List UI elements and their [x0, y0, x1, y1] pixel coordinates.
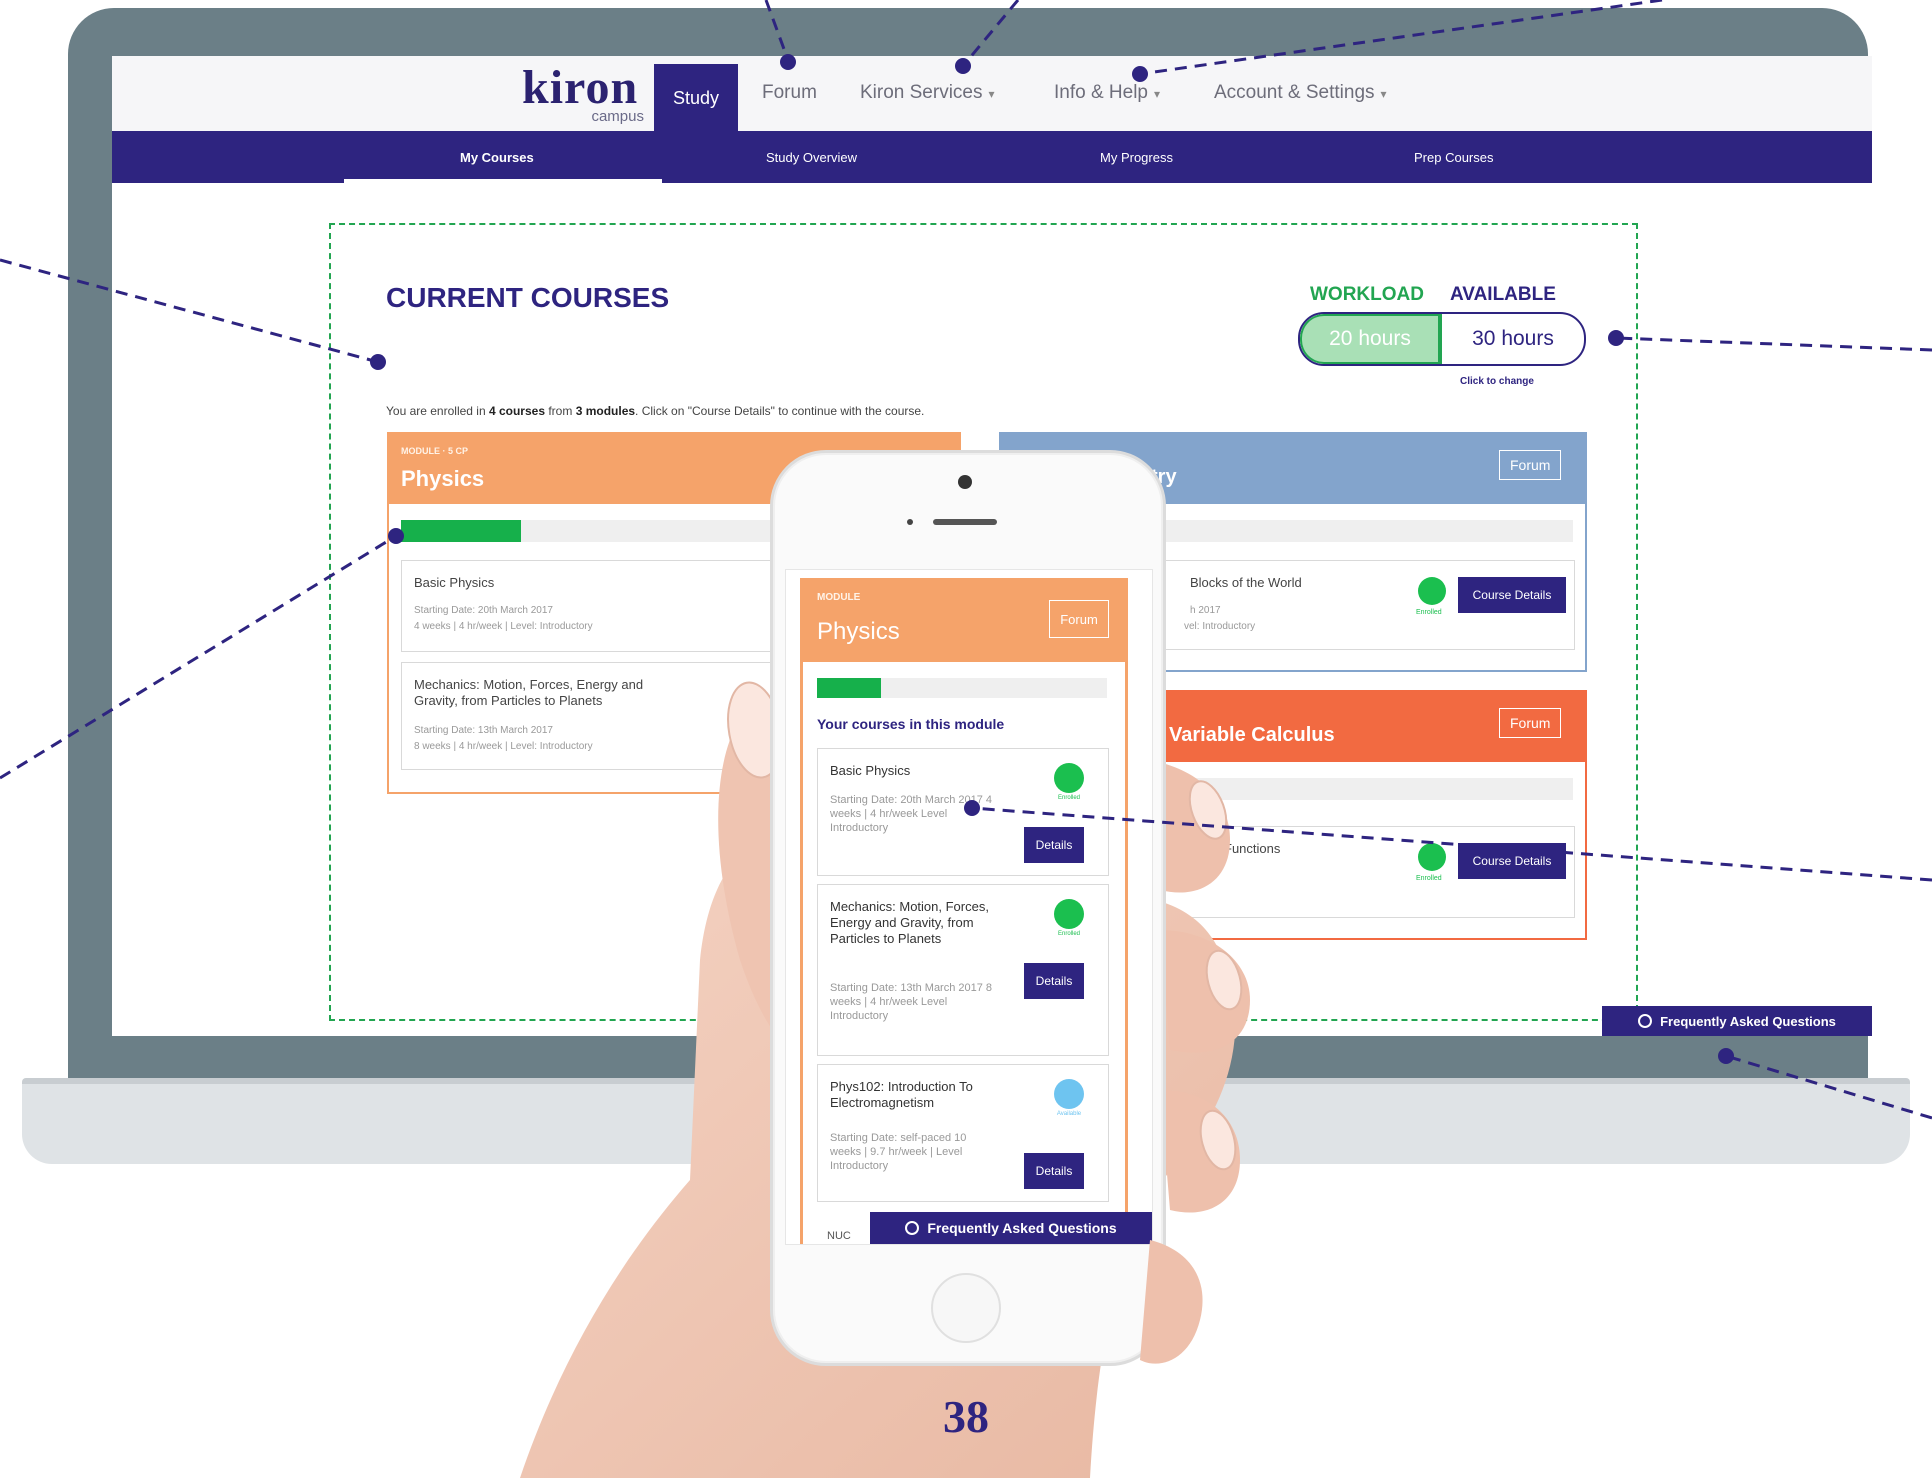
chat-icon — [1638, 1014, 1653, 1028]
module-progress-bar — [817, 678, 1107, 698]
subnav-prep-courses[interactable]: Prep Courses — [1414, 150, 1493, 165]
nav-info-help[interactable]: Info & Help ▾ — [1054, 82, 1160, 104]
course-title: Basic Physics — [414, 575, 495, 590]
available-status-icon — [1054, 1079, 1084, 1109]
course-details-button[interactable]: Course Details — [1458, 843, 1566, 879]
sub-navigation — [112, 131, 1872, 183]
chevron-down-icon: ▾ — [1154, 87, 1161, 101]
logo-subtext: campus — [591, 108, 644, 125]
course-row[interactable]: Phys102: Introduction To Electromagnetis… — [817, 1064, 1109, 1202]
page-title: CURRENT COURSES — [386, 282, 670, 313]
details-button[interactable]: Details — [1024, 963, 1084, 999]
status-label: Enrolled — [1416, 875, 1442, 882]
forum-button[interactable]: Forum — [1499, 708, 1562, 738]
chevron-down-icon: ▾ — [1380, 87, 1387, 101]
workload-label: WORKLOAD — [1310, 284, 1424, 305]
course-meta: Starting Date: self-paced 10 weeks | 9.7… — [830, 1132, 967, 1172]
details-button[interactable]: Details — [1024, 827, 1084, 863]
course-row[interactable]: Basic Physics Starting Date: 20th March … — [817, 748, 1109, 876]
enrollment-summary: You are enrolled in 4 courses from 3 mod… — [386, 404, 924, 418]
course-meta: 8 weeks | 4 hr/week | Level: Introductor… — [414, 741, 593, 752]
enroll-modules-count: 3 modules — [575, 404, 636, 418]
course-meta: Starting Date: 20th March 2017 4 weeks |… — [830, 794, 993, 834]
enroll-text: You are enrolled in — [386, 404, 489, 418]
subnav-my-progress[interactable]: My Progress — [1100, 150, 1173, 165]
camera-icon — [958, 475, 972, 489]
next-course-fragment: NUC — [827, 1230, 851, 1242]
enrolled-status-icon — [1418, 843, 1446, 871]
nav-kiron-services-label: Kiron Services — [860, 82, 983, 103]
nav-info-help-label: Info & Help — [1054, 82, 1148, 103]
mobile-faq-button[interactable]: Frequently Asked Questions — [870, 1212, 1152, 1244]
sensor-icon — [907, 519, 913, 525]
speaker-icon — [933, 519, 997, 525]
faq-label: Frequently Asked Questions — [927, 1220, 1117, 1236]
nav-kiron-services[interactable]: Kiron Services ▾ — [860, 82, 995, 104]
nav-account-settings-label: Account & Settings — [1214, 82, 1375, 103]
enrolled-status-icon — [1054, 763, 1084, 793]
course-title: Basic Physics — [830, 763, 911, 778]
mobile-module-card-physics: MODULE Physics Forum Your courses in thi… — [800, 578, 1128, 1244]
smartphone: MODULE Physics Forum Your courses in thi… — [770, 450, 1166, 1366]
module-tag: MODULE · 5 CP — [401, 446, 469, 456]
module-progress-fill — [817, 678, 881, 698]
enroll-text: . Click on "Course Details" to continue … — [635, 404, 925, 418]
faq-button[interactable]: Frequently Asked Questions — [1602, 1006, 1872, 1036]
click-to-change-hint: Click to change — [1460, 376, 1534, 387]
course-start-date: h 2017 — [1190, 605, 1221, 616]
forum-button[interactable]: Forum — [1049, 600, 1109, 638]
status-label: Available — [1056, 1111, 1082, 1117]
enroll-text: from — [545, 404, 576, 418]
page-number: 38 — [943, 1391, 989, 1442]
status-label: Enrolled — [1057, 795, 1080, 801]
active-tab-indicator — [344, 179, 662, 183]
faq-label: Frequently Asked Questions — [1660, 1013, 1836, 1029]
module-title: Variable Calculus — [1169, 724, 1335, 746]
mobile-screen: MODULE Physics Forum Your courses in thi… — [785, 569, 1153, 1245]
course-meta: vel: Introductory — [1184, 621, 1256, 632]
course-meta: 4 weeks | 4 hr/week | Level: Introductor… — [414, 621, 593, 632]
nav-forum[interactable]: Forum — [762, 82, 817, 104]
enrolled-status-icon — [1418, 577, 1446, 605]
chevron-down-icon: ▾ — [988, 87, 995, 101]
nav-forum-label: Forum — [762, 82, 817, 103]
kiron-logo[interactable]: kiron campus — [522, 62, 652, 126]
logo-text: kiron — [522, 61, 639, 114]
workload-toggle[interactable]: 20 hours 30 hours — [1298, 312, 1586, 366]
mobile-module-header: MODULE Physics Forum — [803, 578, 1125, 662]
status-label: Enrolled — [1057, 931, 1080, 937]
forum-button[interactable]: Forum — [1499, 450, 1562, 480]
nav-account-settings[interactable]: Account & Settings ▾ — [1214, 82, 1387, 104]
home-button[interactable] — [931, 1273, 1001, 1343]
available-label: AVAILABLE — [1450, 284, 1556, 305]
status-label: Enrolled — [1416, 609, 1442, 616]
tab-study[interactable]: Study — [654, 64, 738, 132]
module-tag: MODULE — [817, 592, 861, 603]
section-heading: Your courses in this module — [817, 716, 1005, 732]
enroll-courses-count: 4 courses — [488, 404, 546, 418]
available-value[interactable]: 30 hours — [1442, 314, 1584, 364]
course-meta: Starting Date: 13th March 2017 8 weeks |… — [830, 982, 993, 1022]
module-title: Physics — [401, 466, 485, 491]
course-start-date: Starting Date: 20th March 2017 — [414, 605, 553, 616]
course-title: Mechanics: Motion, Forces, Energy and Gr… — [830, 899, 989, 946]
course-title: Mechanics: Motion, Forces, Energy and Gr… — [414, 677, 644, 708]
details-button[interactable]: Details — [1024, 1153, 1084, 1189]
module-progress-fill — [401, 520, 522, 542]
subnav-my-courses[interactable]: My Courses — [460, 150, 534, 165]
course-title: Blocks of the World — [1190, 575, 1302, 590]
workload-value[interactable]: 20 hours — [1300, 314, 1442, 364]
module-title: Physics — [817, 618, 900, 645]
course-details-button[interactable]: Course Details — [1458, 577, 1566, 613]
course-title: Functions — [1224, 841, 1281, 856]
course-row[interactable]: Mechanics: Motion, Forces, Energy and Gr… — [817, 884, 1109, 1056]
course-start-date: Starting Date: 13th March 2017 — [414, 725, 553, 736]
course-title: Phys102: Introduction To Electromagnetis… — [830, 1079, 973, 1110]
enrolled-status-icon — [1054, 899, 1084, 929]
subnav-study-overview[interactable]: Study Overview — [766, 150, 857, 165]
chat-icon — [905, 1221, 920, 1235]
